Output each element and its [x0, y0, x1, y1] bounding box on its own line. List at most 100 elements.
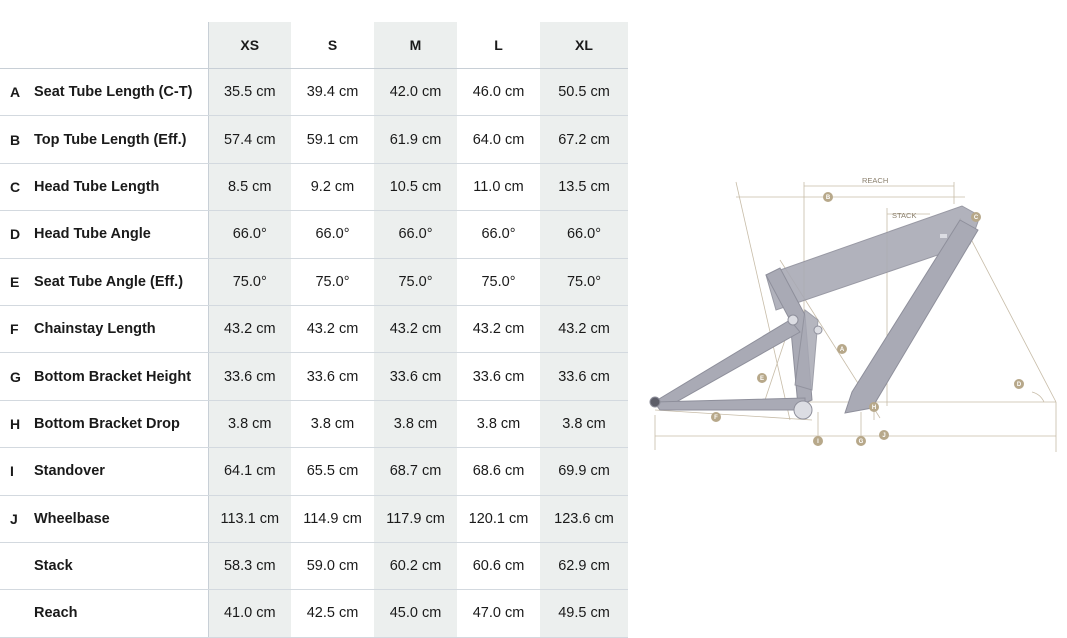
value-cell: 66.0°: [207, 210, 291, 259]
value-cell: 45.0 cm: [374, 589, 457, 638]
svg-text:F: F: [714, 415, 718, 421]
table-row: J Wheelbase 113.1 cm 114.9 cm 117.9 cm 120.1 …: [0, 495, 628, 543]
row-letter: A: [0, 68, 30, 117]
value-cell: 58.3 cm: [207, 542, 291, 591]
row-letter: [0, 589, 30, 638]
value-cell: 9.2 cm: [291, 163, 374, 212]
value-cell: 68.7 cm: [374, 447, 457, 496]
marker-g: G: [856, 436, 866, 446]
value-cell: 46.0 cm: [457, 68, 540, 117]
value-cell: 41.0 cm: [207, 589, 291, 638]
table-row: G Bottom Bracket Height 33.6 cm 33.6 cm 33.6…: [0, 352, 628, 401]
table-row: D Head Tube Angle 66.0° 66.0° 66.0° 66.0° 66.0…: [0, 210, 628, 259]
bike-geometry-diagram: REACH STACK A B C D E F G H I J: [649, 176, 1057, 452]
value-cell: 114.9 cm: [291, 495, 374, 543]
value-cell: 43.2 cm: [374, 305, 457, 354]
table-row: F Chainstay Length 43.2 cm 43.2 cm 43.2 cm 43…: [0, 305, 628, 354]
value-cell: 39.4 cm: [291, 68, 374, 117]
table-row: Stack 58.3 cm 59.0 cm 60.2 cm 60.6 cm 62.9 cm: [0, 542, 628, 591]
value-cell: 75.0°: [457, 258, 540, 306]
value-cell: 59.0 cm: [291, 542, 374, 591]
value-cell: 35.5 cm: [207, 68, 291, 117]
stack-label: STACK: [892, 211, 916, 220]
marker-c: C: [971, 212, 981, 222]
bike-frame: [649, 205, 981, 420]
value-cell: 49.5 cm: [540, 589, 628, 638]
value-cell: 57.4 cm: [207, 115, 291, 164]
value-cell: 60.6 cm: [457, 542, 540, 591]
row-label: Top Tube Length (Eff.): [30, 115, 208, 164]
header-corner: [0, 22, 208, 69]
value-cell: 10.5 cm: [374, 163, 457, 212]
marker-f: F: [711, 412, 721, 422]
value-cell: 43.2 cm: [291, 305, 374, 354]
row-label: Chainstay Length: [30, 305, 208, 354]
marker-d: D: [1014, 379, 1024, 389]
value-cell: 67.2 cm: [540, 115, 628, 164]
value-cell: 75.0°: [291, 258, 374, 306]
row-label: Standover: [30, 447, 208, 496]
value-cell: 3.8 cm: [291, 400, 374, 449]
svg-text:D: D: [1017, 382, 1022, 388]
marker-i: I: [813, 436, 823, 446]
value-cell: 42.0 cm: [374, 68, 457, 117]
size-header-s: S: [291, 22, 374, 69]
value-cell: 123.6 cm: [540, 495, 628, 543]
size-header-xs: XS: [207, 22, 291, 69]
row-letter: C: [0, 163, 30, 212]
row-letter: D: [0, 210, 30, 259]
row-label: Reach: [30, 589, 208, 638]
value-cell: 113.1 cm: [207, 495, 291, 543]
value-cell: 8.5 cm: [207, 163, 291, 212]
value-cell: 64.0 cm: [457, 115, 540, 164]
value-cell: 62.9 cm: [540, 542, 628, 591]
value-cell: 66.0°: [291, 210, 374, 259]
row-label: Bottom Bracket Drop: [30, 400, 208, 449]
row-letter: I: [0, 447, 30, 496]
table-row: B Top Tube Length (Eff.) 57.4 cm 59.1 cm 61.…: [0, 115, 628, 164]
value-cell: 75.0°: [540, 258, 628, 306]
size-header-m: M: [374, 22, 457, 69]
value-cell: 61.9 cm: [374, 115, 457, 164]
row-label: Head Tube Length: [30, 163, 208, 212]
marker-b: B: [823, 192, 833, 202]
row-label: Bottom Bracket Height: [30, 352, 208, 401]
value-cell: 43.2 cm: [457, 305, 540, 354]
marker-h: H: [869, 402, 879, 412]
value-cell: 33.6 cm: [207, 352, 291, 401]
svg-text:H: H: [872, 405, 876, 411]
marker-j: J: [879, 430, 889, 440]
geometry-rows: A Seat Tube Length (C-T) 35.5 cm 39.4 cm 42.…: [0, 68, 628, 638]
value-cell: 43.2 cm: [207, 305, 291, 354]
size-header-xl: XL: [540, 22, 628, 69]
value-cell: 33.6 cm: [374, 352, 457, 401]
value-cell: 68.6 cm: [457, 447, 540, 496]
row-label: Seat Tube Length (C-T): [30, 68, 208, 117]
value-cell: 11.0 cm: [457, 163, 540, 212]
table-row: H Bottom Bracket Drop 3.8 cm 3.8 cm 3.8 cm 3.…: [0, 400, 628, 449]
row-letter: J: [0, 495, 30, 543]
marker-a: A: [837, 344, 847, 354]
size-header-l: L: [457, 22, 540, 69]
row-letter: [0, 542, 30, 591]
value-cell: 75.0°: [374, 258, 457, 306]
value-cell: 66.0°: [457, 210, 540, 259]
value-cell: 47.0 cm: [457, 589, 540, 638]
row-label: Wheelbase: [30, 495, 208, 543]
value-cell: 33.6 cm: [540, 352, 628, 401]
row-label: Head Tube Angle: [30, 210, 208, 259]
svg-text:C: C: [974, 215, 979, 221]
table-row: A Seat Tube Length (C-T) 35.5 cm 39.4 cm 42.…: [0, 68, 628, 117]
reach-label: REACH: [862, 176, 888, 185]
value-cell: 60.2 cm: [374, 542, 457, 591]
value-cell: 64.1 cm: [207, 447, 291, 496]
value-cell: 66.0°: [374, 210, 457, 259]
value-cell: 3.8 cm: [540, 400, 628, 449]
row-label: Seat Tube Angle (Eff.): [30, 258, 208, 306]
svg-text:E: E: [760, 376, 764, 382]
row-label: Stack: [30, 542, 208, 591]
table-row: I Standover 64.1 cm 65.5 cm 68.7 cm 68.6 cm 69…: [0, 447, 628, 496]
row-letter: H: [0, 400, 30, 449]
value-cell: 120.1 cm: [457, 495, 540, 543]
geometry-table: XS S M L XL A Seat Tube Length (C-T) 35.5 …: [0, 22, 628, 638]
